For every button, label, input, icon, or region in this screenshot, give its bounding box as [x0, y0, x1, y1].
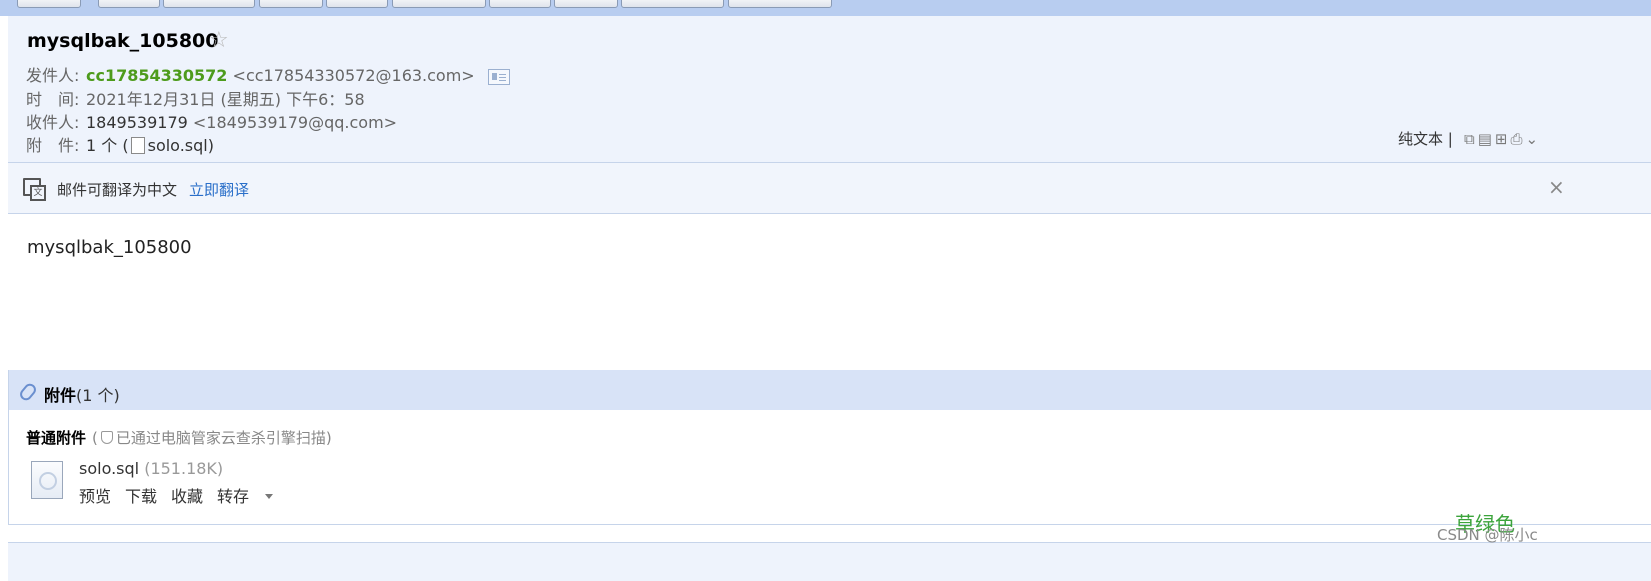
recipient-name[interactable]: 1849539179	[86, 113, 188, 132]
view-tools: ⧉▤⊞⎙⌄	[1464, 130, 1541, 148]
scan-note-text: 已通过电脑管家云查杀引擎扫描)	[115, 429, 332, 447]
star-icon[interactable]: ☆	[209, 28, 229, 53]
scan-note-prefix: (	[92, 429, 98, 447]
toolbar-button[interactable]	[163, 0, 255, 8]
expand-icon[interactable]: ⌄	[1526, 130, 1542, 148]
close-icon[interactable]: ×	[1548, 175, 1565, 199]
attachment-suffix: )	[207, 136, 214, 155]
email-body: mysqlbak_105800	[27, 237, 192, 258]
top-toolbar	[0, 0, 1651, 16]
attachment-link[interactable]: solo.sql	[148, 136, 208, 155]
recipient-row: 收件人: 1849539179 <1849539179@qq.com>	[26, 109, 397, 133]
toolbar-button[interactable]	[554, 0, 618, 8]
print-icon[interactable]: ⎙	[1510, 130, 1525, 148]
attachments-section: 附件(1 个) 普通附件 ( 已通过电脑管家云查杀引擎扫描) solo.sql (…	[8, 370, 1651, 525]
toolbar-button[interactable]	[98, 0, 160, 8]
save-to-dropdown[interactable]: 转存	[217, 487, 287, 506]
attachment-count: 1 个 (	[86, 136, 129, 155]
translate-now-link[interactable]: 立即翻译	[189, 179, 249, 200]
toolbar-button[interactable]	[326, 0, 388, 8]
preview-link[interactable]: 预览	[79, 487, 111, 506]
attachments-title: 附件(1 个)	[44, 382, 120, 406]
attachment-label: 附 件:	[26, 136, 80, 155]
bottom-bar	[8, 542, 1651, 581]
export-icon[interactable]: ⊞	[1495, 130, 1511, 148]
recipient-address: <1849539179@qq.com>	[192, 113, 398, 132]
shield-icon	[100, 431, 113, 444]
attachment-row: 附 件: 1 个 ( solo.sql)	[26, 132, 214, 156]
save-to-label: 转存	[217, 487, 250, 506]
chevron-down-icon	[265, 494, 274, 499]
normal-attachments-label: 普通附件	[26, 429, 87, 447]
attachments-header: 附件(1 个)	[9, 370, 1651, 410]
new-window-icon[interactable]: ⧉	[1464, 130, 1478, 148]
toolbar-button[interactable]	[17, 0, 81, 8]
file-actions: 预览 下载 收藏 转存	[79, 483, 301, 507]
scan-note: ( 已通过电脑管家云查杀引擎扫描)	[92, 427, 332, 448]
attachments-title-text: 附件	[44, 386, 77, 405]
toolbar-button[interactable]	[621, 0, 724, 8]
translate-icon-overlay: 文	[30, 185, 46, 201]
email-header: mysqlbak_105800 ☆ 发件人: cc17854330572 <cc1…	[8, 16, 1651, 162]
favorite-link[interactable]: 收藏	[171, 487, 203, 506]
file-thumbnail-emblem	[39, 472, 57, 490]
toolbar-button[interactable]	[489, 0, 551, 8]
file-icon	[130, 137, 145, 154]
sender-label: 发件人:	[26, 66, 80, 85]
page-icon[interactable]: ▤	[1478, 130, 1495, 148]
attachments-count: (1 个)	[76, 386, 120, 405]
email-subject: mysqlbak_105800	[27, 30, 219, 52]
sender-address: <cc17854330572@163.com>	[232, 66, 475, 85]
file-size: (151.18K)	[144, 459, 224, 478]
recipient-label: 收件人:	[26, 113, 80, 132]
download-link[interactable]: 下载	[125, 487, 157, 506]
plain-text-toggle[interactable]: 纯文本 |	[1398, 128, 1453, 149]
sender-name[interactable]: cc17854330572	[86, 66, 227, 85]
file-thumbnail-icon[interactable]	[31, 461, 63, 499]
toolbar-button[interactable]	[392, 0, 486, 8]
watermark: CSDN @陈小c	[1437, 526, 1538, 544]
toolbar-button[interactable]	[728, 0, 832, 8]
toolbar-button[interactable]	[259, 0, 323, 8]
time-value: 2021年12月31日 (星期五) 下午6：58	[86, 90, 365, 109]
file-name-line: solo.sql (151.18K)	[79, 459, 223, 478]
translate-bar: 文 邮件可翻译为中文 立即翻译 ×	[8, 163, 1651, 214]
translate-message: 邮件可翻译为中文	[57, 181, 178, 199]
time-label: 时 间:	[26, 90, 80, 109]
paperclip-icon	[17, 381, 39, 403]
contact-card-icon[interactable]	[487, 68, 510, 85]
sender-row: 发件人: cc17854330572 <cc17854330572@163.com…	[26, 62, 510, 86]
time-row: 时 间: 2021年12月31日 (星期五) 下午6：58	[26, 86, 365, 110]
file-name[interactable]: solo.sql	[79, 459, 139, 478]
